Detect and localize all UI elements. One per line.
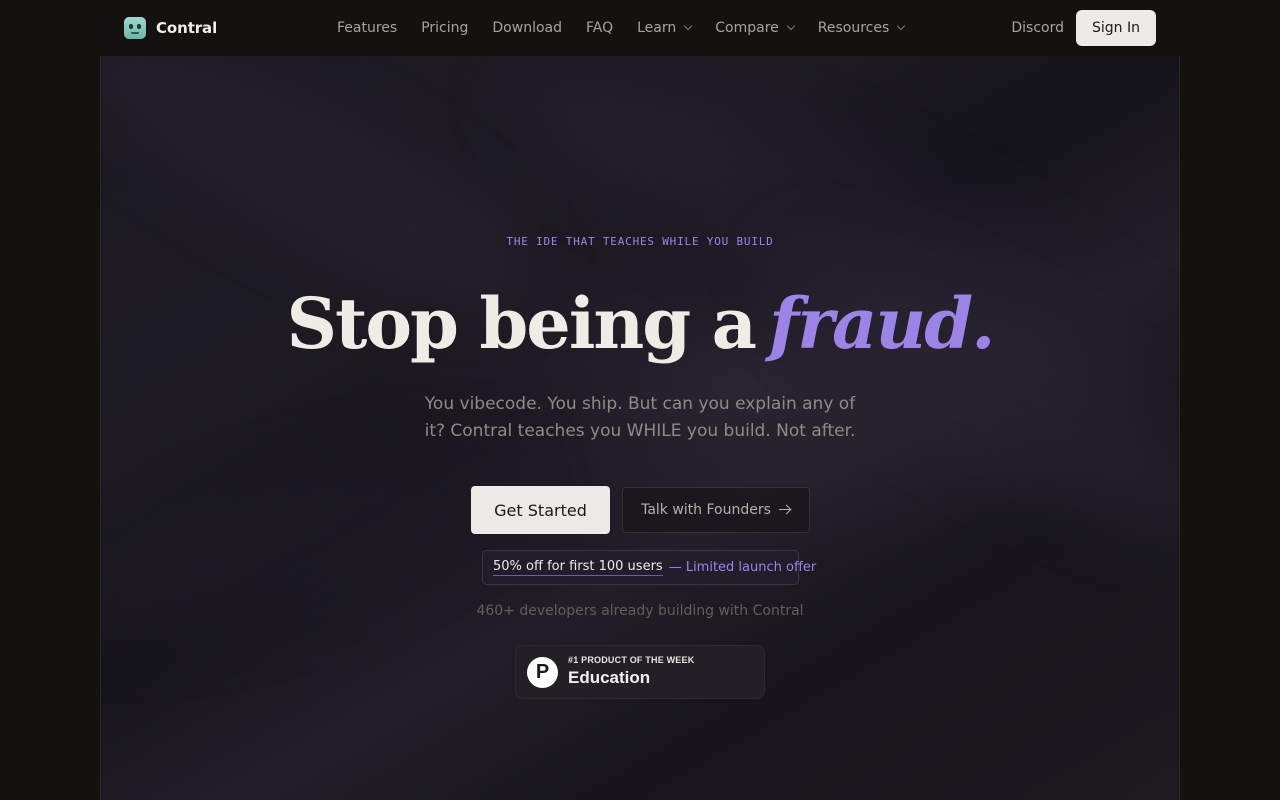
nav-label: Download (492, 20, 562, 36)
hero-eyebrow: THE IDE THAT TEACHES WHILE YOU BUILD (506, 235, 774, 248)
nav-item-compare[interactable]: Compare (715, 20, 796, 36)
nav-item-download[interactable]: Download (492, 20, 562, 36)
offer-sub-text: — Limited launch offer (668, 560, 817, 575)
chevron-down-icon (897, 21, 906, 31)
hero-subhead: You vibecode. You ship. But can you expl… (424, 394, 856, 441)
main-nav: Features Pricing Download FAQ Learn Comp… (337, 0, 906, 56)
background-streak (101, 405, 550, 677)
nav-label: Pricing (421, 20, 469, 36)
nav-item-resources[interactable]: Resources (817, 20, 906, 36)
nav-label: Resources (817, 20, 890, 36)
chevron-down-icon (684, 21, 693, 31)
badge-text: #1 PRODUCT OF THE WEEK Education (568, 655, 695, 688)
badge-eyebrow: #1 PRODUCT OF THE WEEK (568, 655, 695, 666)
chevron-down-icon (786, 21, 796, 31)
brand-link[interactable]: Contral (124, 17, 217, 39)
product-hunt-badge[interactable]: P #1 PRODUCT OF THE WEEK Education (515, 645, 765, 699)
nav-item-learn[interactable]: Learn (637, 20, 693, 36)
robot-face-icon (124, 17, 146, 39)
social-proof-text: 460+ developers already building with Co… (476, 603, 804, 619)
discord-link[interactable]: Discord (1011, 20, 1064, 36)
auth-nav: Discord Sign In (1011, 10, 1156, 46)
nav-item-pricing[interactable]: Pricing (421, 20, 468, 36)
cta-row: Get Started Talk with Founders (471, 486, 810, 534)
nav-label: FAQ (586, 20, 614, 36)
hero-headline: Stop being a fraud. (0, 278, 1280, 370)
get-started-button[interactable]: Get Started (471, 486, 610, 534)
talk-with-founders-button[interactable]: Talk with Founders (622, 487, 810, 533)
offer-main-text: 50% off for first 100 users (493, 559, 663, 576)
headline-accent: fraud. (768, 282, 996, 365)
launch-offer-banner[interactable]: 50% off for first 100 users — Limited la… (482, 550, 816, 585)
nav-item-features[interactable]: Features (337, 20, 397, 36)
brand-name: Contral (156, 19, 218, 37)
talk-with-founders-label: Talk with Founders (641, 502, 771, 518)
nav-label: Features (337, 20, 398, 36)
nav-item-faq[interactable]: FAQ (586, 20, 613, 36)
headline-main: Stop being a (286, 282, 757, 365)
badge-title: Education (568, 668, 651, 688)
sign-in-button[interactable]: Sign In (1076, 10, 1156, 46)
top-navigation: Contral Features Pricing Download FAQ Le… (0, 0, 1280, 56)
arrow-right-icon (778, 504, 791, 516)
nav-label: Compare (715, 20, 779, 36)
product-hunt-logo-icon: P (527, 656, 558, 688)
nav-label: Learn (637, 20, 677, 36)
